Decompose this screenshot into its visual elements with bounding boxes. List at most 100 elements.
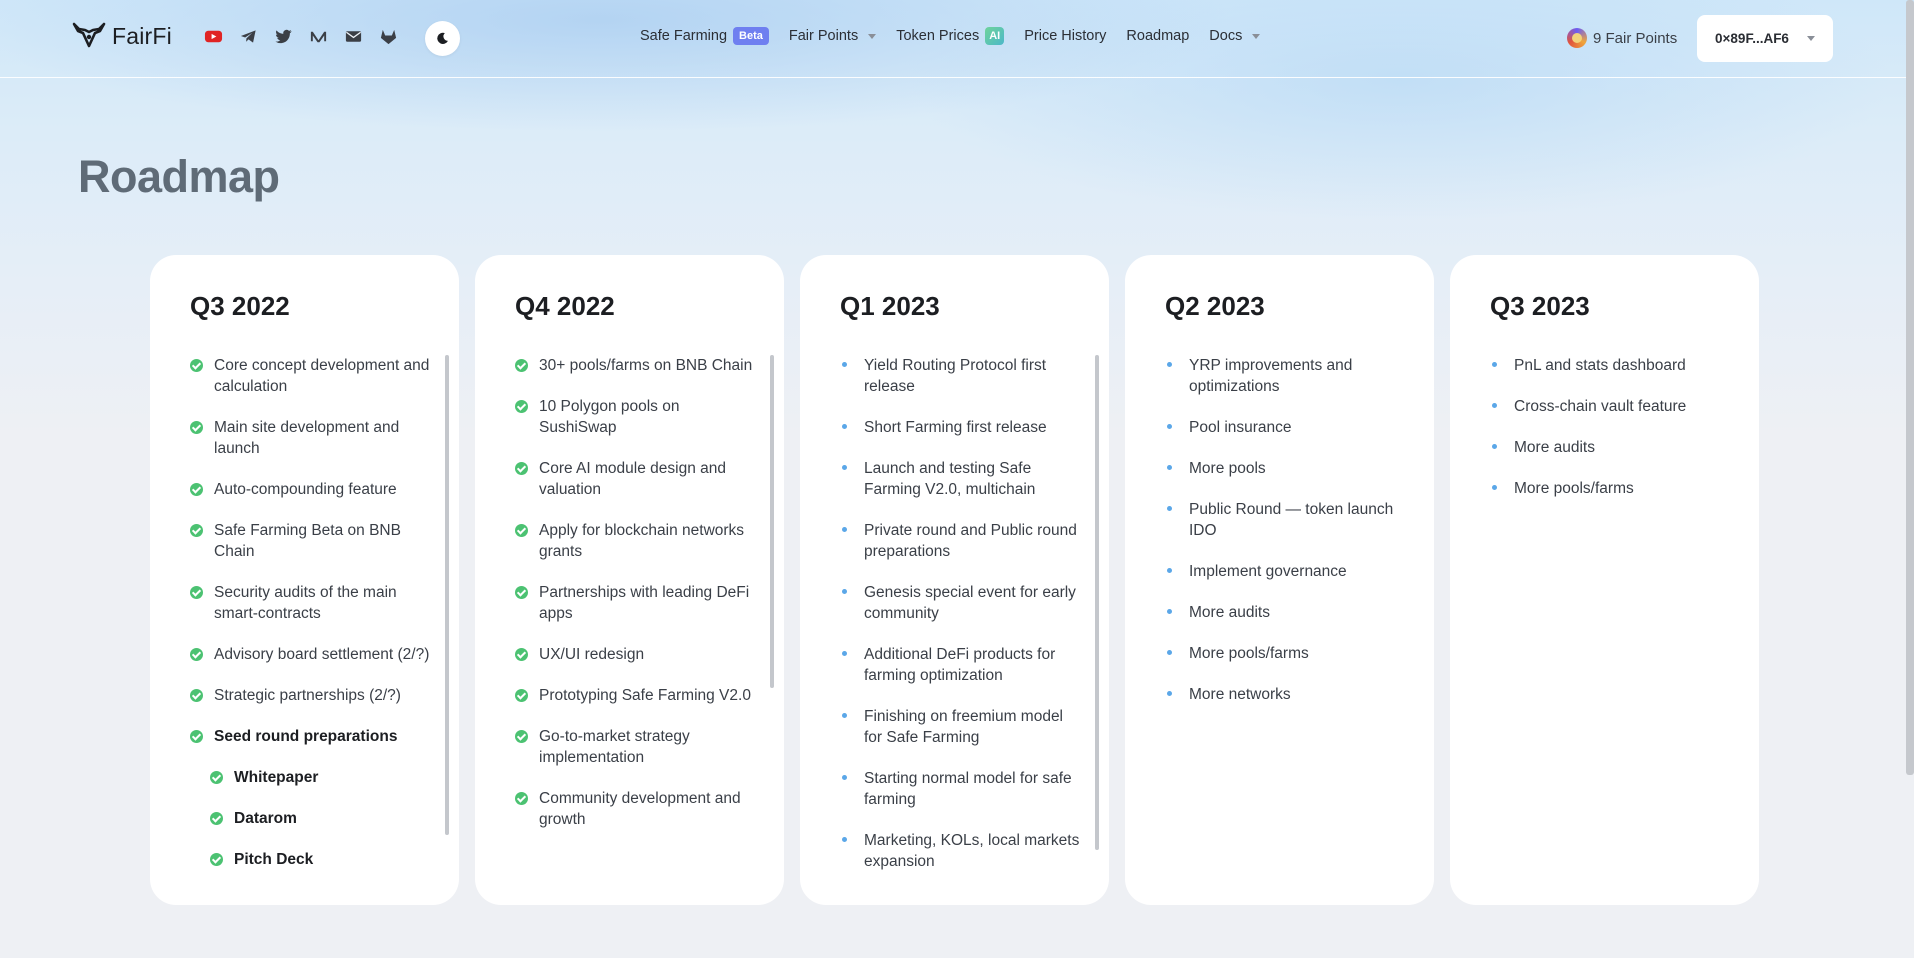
milestone-item: Security audits of the main smart-contra… xyxy=(190,582,430,624)
milestone-text: Partnerships with leading DeFi apps xyxy=(539,584,750,622)
milestone-item: Prototyping Safe Farming V2.0 xyxy=(515,685,755,706)
check-circle-icon xyxy=(515,359,528,372)
nav-docs[interactable]: Docs xyxy=(1209,28,1261,44)
youtube-icon[interactable] xyxy=(204,27,223,46)
check-circle-icon xyxy=(190,586,203,599)
check-circle-icon xyxy=(515,586,528,599)
milestone-text: Genesis special event for early communit… xyxy=(864,584,1076,622)
milestone-item: Seed round preparations xyxy=(190,726,430,747)
brand-logo[interactable]: FairFi xyxy=(72,22,172,50)
ai-badge: AI xyxy=(985,27,1005,45)
check-circle-icon xyxy=(515,730,528,743)
milestone-item: 30+ pools/farms on BNB Chain xyxy=(515,355,755,376)
wallet-button[interactable]: 0×89F...AF6 xyxy=(1697,15,1833,62)
nav-price-history[interactable]: Price History xyxy=(1024,28,1106,44)
list-scrollbar[interactable] xyxy=(770,355,774,688)
milestone-list[interactable]: Core concept development and calculation… xyxy=(190,355,430,875)
milestone-item: UX/UI redesign xyxy=(515,644,755,665)
roadmap-card: Q3 2023 PnL and stats dashboard Cross-cha… xyxy=(1450,255,1759,905)
milestone-text: More networks xyxy=(1189,686,1291,703)
list-scrollbar[interactable] xyxy=(1095,355,1099,850)
nav-roadmap[interactable]: Roadmap xyxy=(1126,28,1189,44)
mail-icon[interactable] xyxy=(344,27,363,46)
milestone-item: Marketing, KOLs, local markets expansion xyxy=(840,830,1080,872)
twitter-icon[interactable] xyxy=(274,27,293,46)
page-scrollbar[interactable] xyxy=(1906,0,1914,775)
milestone-text: Finishing on freemium model for Safe Far… xyxy=(864,708,1064,746)
fair-points-coin-icon xyxy=(1567,28,1587,48)
wallet-address: 0×89F...AF6 xyxy=(1715,31,1789,46)
list-scrollbar[interactable] xyxy=(445,355,449,835)
milestone-item: Starting normal model for safe farming xyxy=(840,768,1080,810)
page-title: Roadmap xyxy=(78,151,280,202)
bullet-icon xyxy=(1167,424,1172,429)
milestone-item: 10 Polygon pools on SushiSwap xyxy=(515,396,755,438)
milestone-list[interactable]: 30+ pools/farms on BNB Chain 10 Polygon p… xyxy=(515,355,755,875)
roadmap-card: Q3 2022 Core concept development and cal… xyxy=(150,255,459,905)
nav-fair-points-label: Fair Points xyxy=(788,28,859,44)
social-links xyxy=(204,27,398,46)
nav-price-history-label: Price History xyxy=(1024,28,1107,44)
milestone-text: Implement governance xyxy=(1189,563,1347,580)
bullet-icon xyxy=(842,362,847,367)
roadmap-card: Q4 2022 30+ pools/farms on BNB Chain 10 P… xyxy=(475,255,784,905)
check-circle-icon xyxy=(190,689,203,702)
bullet-icon xyxy=(1492,444,1497,449)
milestone-text: More pools/farms xyxy=(1189,645,1309,662)
check-circle-icon xyxy=(210,812,223,825)
bullet-icon xyxy=(1492,403,1497,408)
milestone-text: Datarom xyxy=(234,810,297,827)
brand-name: FairFi xyxy=(112,22,172,49)
fair-points-display[interactable]: 9 Fair Points xyxy=(1567,28,1677,48)
check-circle-icon xyxy=(190,421,203,434)
milestone-text: Private round and Public round preparati… xyxy=(864,522,1077,560)
beta-badge: Beta xyxy=(733,27,769,45)
bull-logo-icon xyxy=(72,22,106,48)
milestone-text: More pools/farms xyxy=(1514,480,1634,497)
milestone-item: Yield Routing Protocol first release xyxy=(840,355,1080,397)
milestone-item: Finishing on freemium model for Safe Far… xyxy=(840,706,1080,748)
card-title: Q4 2022 xyxy=(515,291,615,321)
milestone-item: More pools xyxy=(1165,458,1405,479)
milestone-text: Community development and growth xyxy=(539,790,741,828)
nav-token-prices[interactable]: Token Prices AI xyxy=(896,27,1005,45)
milestone-text: Pitch Deck xyxy=(234,851,314,868)
milestone-item: PnL and stats dashboard xyxy=(1490,355,1730,376)
milestone-text: Auto-compounding feature xyxy=(214,481,397,498)
nav-safe-farming[interactable]: Safe Farming Beta xyxy=(640,27,769,45)
gitlab-icon[interactable] xyxy=(379,27,398,46)
milestone-item: Private round and Public round preparati… xyxy=(840,520,1080,562)
check-circle-icon xyxy=(190,359,203,372)
milestone-item: Cross-chain vault feature xyxy=(1490,396,1730,417)
milestone-item: Genesis special event for early communit… xyxy=(840,582,1080,624)
milestone-text: Launch and testing Safe Farming V2.0, mu… xyxy=(864,460,1036,498)
top-navigation-bar: FairFi Safe Farming Beta Fair Points Tok… xyxy=(0,0,1914,78)
nav-fair-points[interactable]: Fair Points xyxy=(788,28,877,44)
milestone-list: YRP improvements and optimizations Pool i… xyxy=(1165,355,1405,875)
milestone-list[interactable]: Yield Routing Protocol first release Shor… xyxy=(840,355,1080,875)
nav-docs-label: Docs xyxy=(1209,28,1243,44)
milestone-item: Safe Farming Beta on BNB Chain xyxy=(190,520,430,562)
medium-icon[interactable] xyxy=(309,27,328,46)
bullet-icon xyxy=(842,713,847,718)
milestone-list: PnL and stats dashboard Cross-chain vault… xyxy=(1490,355,1730,875)
milestone-text: Main site development and launch xyxy=(214,419,400,457)
milestone-text: Strategic partnerships (2/?) xyxy=(214,687,401,704)
milestone-text: Apply for blockchain networks grants xyxy=(539,522,745,560)
chevron-down-icon xyxy=(1806,36,1815,41)
milestone-text: PnL and stats dashboard xyxy=(1514,357,1686,374)
milestone-text: Whitepaper xyxy=(234,769,319,786)
milestone-text: UX/UI redesign xyxy=(539,646,645,663)
check-circle-icon xyxy=(190,730,203,743)
milestone-item: Auto-compounding feature xyxy=(190,479,430,500)
telegram-icon[interactable] xyxy=(239,27,258,46)
check-circle-icon xyxy=(515,689,528,702)
bullet-icon xyxy=(1167,465,1172,470)
theme-toggle-button[interactable] xyxy=(425,21,460,56)
check-circle-icon xyxy=(515,462,528,475)
bullet-icon xyxy=(1167,691,1172,696)
milestone-item: Go-to-market strategy implementation xyxy=(515,726,755,768)
bullet-icon xyxy=(842,465,847,470)
card-title: Q3 2022 xyxy=(190,291,290,321)
bullet-icon xyxy=(842,424,847,429)
